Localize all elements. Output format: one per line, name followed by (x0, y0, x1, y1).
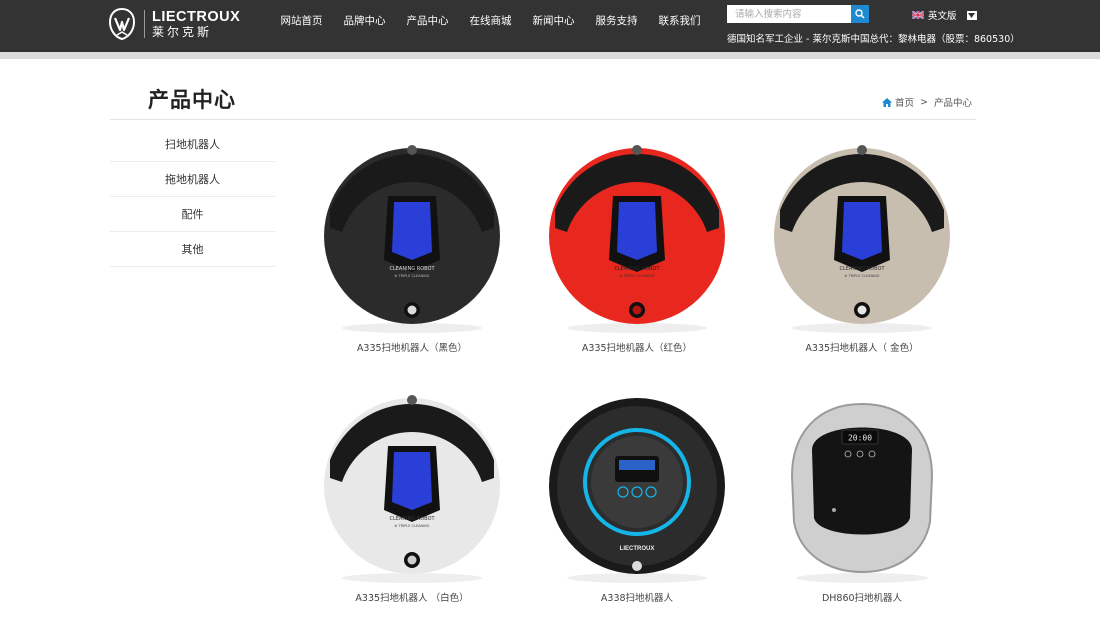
search-input[interactable] (727, 5, 851, 23)
robot-vacuum-image: CLEANING ROBOT ⊕ TRIPLE CLEANING (549, 145, 725, 333)
logo-divider (144, 10, 145, 38)
helmet-logo-icon (108, 8, 136, 40)
product-name[interactable]: A335扫地机器人（ 金色） (750, 340, 974, 354)
sidebar-item-mopping-robot[interactable]: 拖地机器人 (110, 162, 275, 197)
breadcrumb-separator: > (920, 96, 928, 108)
page-title: 产品中心 (148, 88, 236, 112)
svg-text:CLEANING ROBOT: CLEANING ROBOT (389, 516, 435, 522)
brand-logo[interactable]: LIECTROUX 莱尔克斯 (108, 6, 240, 42)
language-label: 英文版 (928, 11, 957, 22)
svg-text:⊕ TRIPLE CLEANING: ⊕ TRIPLE CLEANING (394, 524, 429, 528)
nav-brand-center[interactable]: 品牌中心 (333, 13, 396, 28)
main-nav: 网站首页 品牌中心 产品中心 在线商城 新闻中心 服务支持 联系我们 (270, 13, 711, 28)
robot-vacuum-image: LIECTROUX (549, 398, 725, 583)
uk-flag-icon (912, 11, 924, 19)
robot-vacuum-image: CLEANING ROBOT ⊕ TRIPLE CLEANING (324, 145, 500, 333)
breadcrumb-current: 产品中心 (933, 98, 972, 109)
language-dropdown-button[interactable] (966, 10, 977, 20)
search-icon (855, 9, 865, 19)
sidebar-item-sweeping-robot[interactable]: 扫地机器人 (110, 127, 275, 162)
brand-name-cn: 莱尔克斯 (152, 24, 213, 39)
nav-online-store[interactable]: 在线商城 (459, 13, 522, 28)
robot-vacuum-image: CLEANING ROBOT ⊕ TRIPLE CLEANING (324, 395, 500, 583)
home-icon (882, 97, 892, 107)
category-sidebar: 扫地机器人 拖地机器人 配件 其他 (110, 127, 275, 267)
svg-text:CLEANING ROBOT: CLEANING ROBOT (389, 266, 435, 272)
product-name[interactable]: A338扫地机器人 (525, 590, 749, 604)
product-card[interactable]: CLEANING ROBOT ⊕ TRIPLE CLEANING A335扫地机… (300, 140, 524, 354)
nav-product-center[interactable]: 产品中心 (396, 13, 459, 28)
product-card[interactable]: CLEANING ROBOT ⊕ TRIPLE CLEANING A335扫地机… (525, 140, 749, 354)
svg-text:CLEANING ROBOT: CLEANING ROBOT (614, 266, 660, 272)
robot-vacuum-image: 20:00 (790, 402, 934, 583)
product-name[interactable]: A335扫地机器人 （白色） (300, 590, 524, 604)
search-button[interactable] (851, 5, 869, 23)
product-name[interactable]: DH860扫地机器人 (750, 590, 974, 604)
nav-news-center[interactable]: 新闻中心 (522, 13, 585, 28)
header-separator-band (0, 52, 1100, 59)
svg-text:⊕ TRIPLE CLEANING: ⊕ TRIPLE CLEANING (394, 274, 429, 278)
svg-text:⊕ TRIPLE CLEANING: ⊕ TRIPLE CLEANING (844, 274, 879, 278)
svg-text:LIECTROUX: LIECTROUX (620, 546, 655, 552)
chevron-down-icon (968, 12, 976, 18)
company-tagline: 德国知名军工企业 - 莱尔克斯中国总代：黎林电器（股票：860530） (727, 34, 1020, 45)
svg-text:⊕ TRIPLE CLEANING: ⊕ TRIPLE CLEANING (619, 274, 654, 278)
product-name[interactable]: A335扫地机器人（红色） (525, 340, 749, 354)
brand-name-en: LIECTROUX (152, 8, 241, 25)
product-card[interactable]: LIECTROUX A338扫地机器人 (525, 390, 749, 604)
sidebar-item-accessories[interactable]: 配件 (110, 197, 275, 232)
svg-text:CLEANING ROBOT: CLEANING ROBOT (839, 266, 885, 272)
title-divider (110, 119, 976, 120)
nav-home[interactable]: 网站首页 (270, 13, 333, 28)
breadcrumb: 首页 > 产品中心 (882, 95, 972, 109)
nav-contact-us[interactable]: 联系我们 (648, 13, 711, 28)
svg-text:20:00: 20:00 (848, 434, 872, 443)
sidebar-item-other[interactable]: 其他 (110, 232, 275, 267)
product-card[interactable]: 20:00 DH860扫地机器人 (750, 390, 974, 604)
product-card[interactable]: CLEANING ROBOT ⊕ TRIPLE CLEANING A335扫地机… (300, 390, 524, 604)
breadcrumb-home-link[interactable]: 首页 (895, 95, 914, 109)
nav-service-support[interactable]: 服务支持 (585, 13, 648, 28)
robot-vacuum-image: CLEANING ROBOT ⊕ TRIPLE CLEANING (774, 145, 950, 333)
language-switcher[interactable]: 英文版 (912, 8, 977, 22)
search-box (727, 5, 869, 23)
product-card[interactable]: CLEANING ROBOT ⊕ TRIPLE CLEANING A335扫地机… (750, 140, 974, 354)
brand-wordmark: LIECTROUX 莱尔克斯 (152, 9, 240, 40)
product-name[interactable]: A335扫地机器人（黑色） (300, 340, 524, 354)
